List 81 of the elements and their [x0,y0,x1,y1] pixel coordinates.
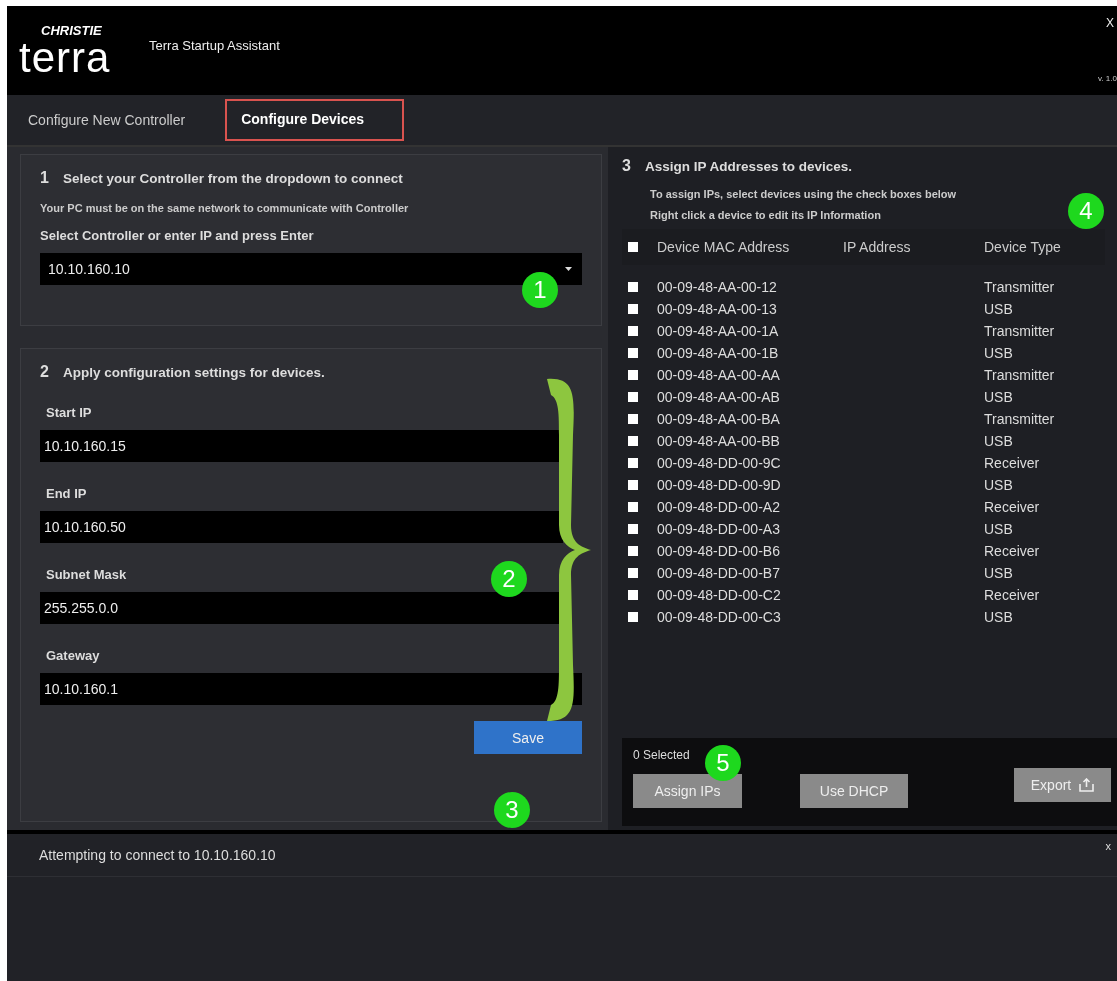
row-checkbox[interactable] [628,436,638,446]
close-button[interactable]: x [1105,840,1111,852]
input-field[interactable]: 10.10.160.50 [40,511,563,543]
row-checkbox[interactable] [628,414,638,424]
table-cell-text: 00-09-48-AA-00-1B [657,345,780,361]
tab[interactable]: Configure New Controller [28,102,204,138]
row-checkbox[interactable] [628,524,638,534]
table-cell: USB [984,565,1013,581]
table-cell: Receiver [984,543,1040,559]
tab[interactable]: Configure Devices [225,99,405,141]
table-cell-text: 00-09-48-AA-00-1A [657,323,780,339]
table-cell: USB [984,521,1013,537]
step-number: 1 [40,169,49,187]
table-cell: Transmitter [984,279,1055,295]
table-cell-text: 00-09-48-DD-00-B7 [657,565,781,581]
table-cell: USB [984,389,1013,405]
table-cell: Transmitter [984,367,1055,383]
table-cell: USB [984,477,1013,493]
table-cell: Receiver [984,455,1040,471]
table-cell-text: 00-09-48-AA-00-13 [657,301,778,317]
row-checkbox[interactable] [628,392,638,402]
table-cell-text: 00-09-48-AA-00-BA [657,411,781,427]
row-checkbox[interactable] [628,590,638,600]
input-field[interactable]: 10.10.160.1 [40,673,582,705]
row-checkbox[interactable] [628,612,638,622]
row-checkbox[interactable] [628,348,638,358]
save-button[interactable]: Save [474,721,582,754]
table-cell-text: 00-09-48-AA-00-12 [657,279,778,295]
table-cell-text: 00-09-48-DD-00-A2 [657,499,781,515]
panel-title: Apply configuration settings for devices. [62,365,325,380]
panel-title: Assign IP Addresses to devices. [644,159,852,174]
brand-logo-text: CHRISTIE [40,23,103,38]
table-cell-text: 00-09-48-DD-00-9C [657,455,782,471]
table-cell: Transmitter [984,411,1055,427]
row-checkbox[interactable] [628,326,638,336]
table-cell: Receiver [984,587,1040,603]
table-cell-text: 00-09-48-DD-00-B6 [657,543,781,559]
hint-text: Right click a device to edit its IP Information [649,209,881,221]
column-header: Device Type [984,239,1061,255]
hint-text: To assign IPs, select devices using the check boxes below [649,188,957,200]
table-cell-text: 00-09-48-DD-00-A3 [657,521,781,537]
row-checkbox[interactable] [628,502,638,512]
product-logo-text: terra [19,37,112,78]
row-checkbox[interactable] [628,458,638,468]
field-label: Start IP [46,405,92,420]
close-button[interactable]: X [1106,16,1117,30]
table-cell-text: 00-09-48-DD-00-9D [657,477,782,493]
table-cell: Receiver [984,499,1040,515]
table-cell: USB [984,345,1013,361]
field-label: Gateway [46,648,100,663]
panel-title: Select your Controller from the dropdown to connect [62,171,403,186]
row-checkbox[interactable] [628,304,638,314]
row-checkbox[interactable] [628,480,638,490]
select-all-checkbox[interactable] [628,242,638,252]
table-cell: USB [984,301,1013,317]
row-checkbox[interactable] [628,546,638,556]
table-cell-text: 00-09-48-DD-00-C3 [657,609,782,625]
table-cell: Transmitter [984,323,1055,339]
table-cell-text: 00-09-48-AA-00-BB [657,433,781,449]
status-message: Attempting to connect to 10.10.160.10 [39,847,276,863]
step-number: 2 [40,363,49,381]
table-cell-text: 00-09-48-AA-00-AA [657,367,781,383]
version-label: v. 1.0 [1098,74,1117,83]
field-label: Select Controller or enter IP and press Enter [40,228,314,243]
caret-icon [565,267,572,271]
table-cell: USB [984,433,1013,449]
field-label: End IP [46,486,87,501]
column-header: Device MAC Address [657,239,791,255]
row-checkbox[interactable] [628,282,638,292]
table-cell-text: 00-09-48-AA-00-AB [657,389,781,405]
row-checkbox[interactable] [628,370,638,380]
table-cell-text: 00-09-48-DD-00-C2 [657,587,782,603]
export-icon [1079,778,1095,792]
column-header: IP Address [843,239,912,255]
selected-count: 0 Selected [633,748,691,762]
table-cell: USB [984,609,1013,625]
step-number: 3 [622,157,631,175]
field-label: Subnet Mask [46,567,127,582]
row-checkbox[interactable] [628,568,638,578]
window-title: Terra Startup Assistant [149,38,280,53]
note-text: Your PC must be on the same network to communicate with Controller [40,202,409,214]
